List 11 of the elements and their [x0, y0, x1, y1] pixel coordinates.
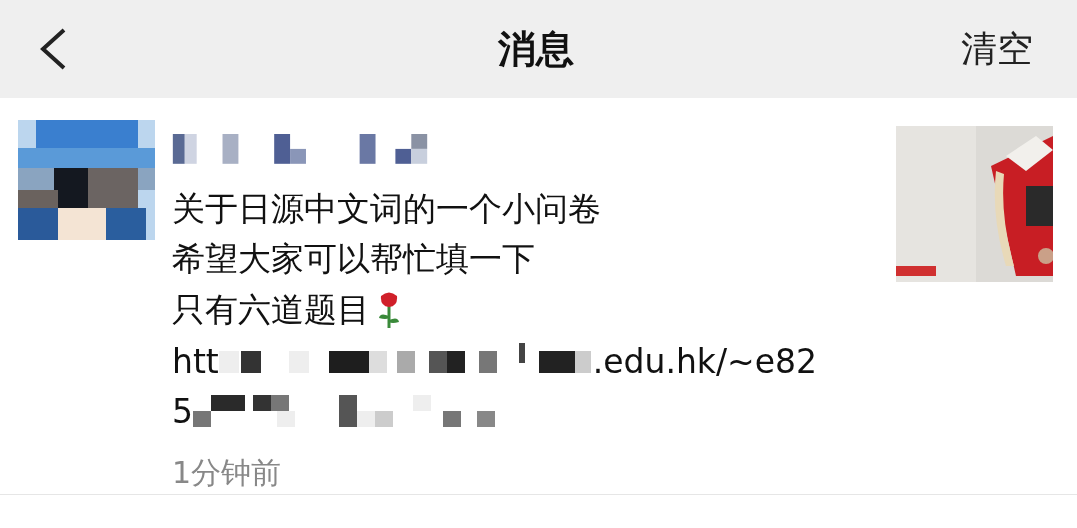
page-title: 消息: [497, 25, 574, 73]
rose-icon: [376, 290, 402, 331]
message-text: 只有六道题目: [172, 288, 370, 331]
back-button[interactable]: [38, 27, 68, 71]
message-text: 关于日源中文词的一个小问卷: [172, 187, 601, 230]
link-text: htt: [172, 341, 219, 381]
clear-button[interactable]: 清空: [961, 24, 1033, 74]
link-text: .edu.hk/~e82: [592, 341, 818, 381]
link-text: 5: [172, 392, 193, 432]
timestamp: 1分钟前: [172, 454, 283, 493]
message-text: 希望大家可以帮忙填一下: [172, 238, 535, 281]
